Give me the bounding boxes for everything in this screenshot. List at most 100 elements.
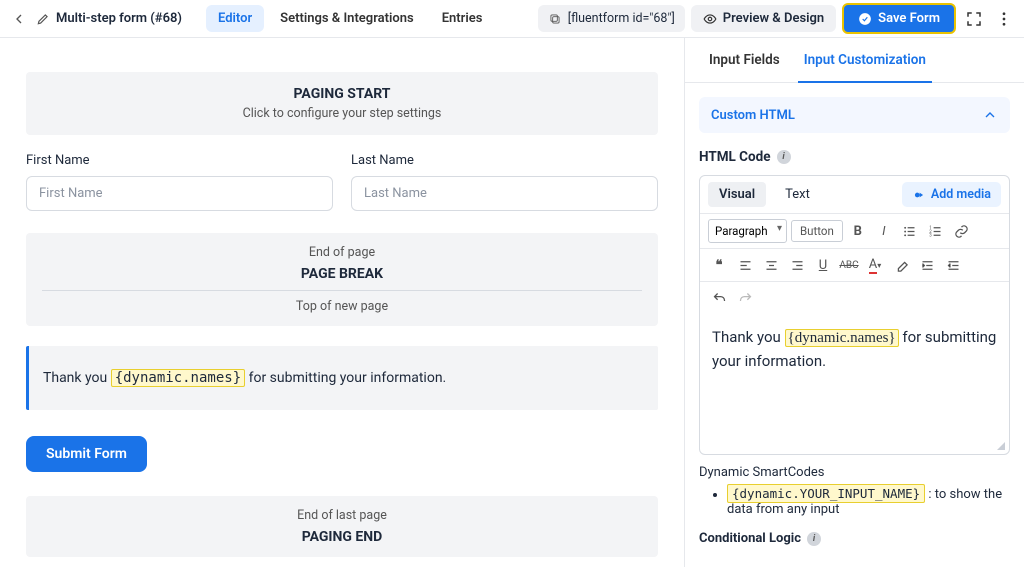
eye-icon [703,12,717,26]
last-name-label: Last Name [351,153,658,168]
form-title-text: Multi-step form (#68) [56,11,182,26]
sidebar: Input Fields Input Customization Custom … [684,38,1024,567]
save-label: Save Form [878,11,940,26]
nav-settings[interactable]: Settings & Integrations [268,5,426,32]
outdent-button[interactable] [942,254,964,276]
undo-icon [712,291,727,306]
wysiwyg-editor: Visual Text Add media Paragraph Button B… [699,175,1010,455]
align-right-button[interactable] [786,254,808,276]
shortcode-pill[interactable]: [fluentform id="68"] [538,5,685,32]
toolbar-row-2: ❝ U ABC A ▾ [700,248,1009,281]
chevron-up-icon [982,107,998,123]
nav-tabs: Editor Settings & Integrations Entries [206,5,494,32]
editor-tab-visual[interactable]: Visual [708,182,766,207]
numbered-list-button[interactable]: 123 [925,220,947,242]
strike-button[interactable]: ABC [838,254,860,276]
redo-icon [738,291,753,306]
svg-text:3: 3 [930,233,933,238]
add-media-label: Add media [931,187,991,202]
tab-input-customization[interactable]: Input Customization [792,38,938,82]
eraser-icon [894,258,909,273]
editor-top-tabs: Visual Text Add media [700,176,1009,213]
main-area: PAGING START Click to configure your ste… [0,38,1024,567]
align-center-button[interactable] [760,254,782,276]
tab-input-fields[interactable]: Input Fields [697,38,792,82]
name-row: First Name Last Name [26,153,658,211]
clear-format-button[interactable] [890,254,912,276]
page-break-top: Top of new page [42,299,642,314]
custom-html-block[interactable]: Thank you {dynamic.names} for submitting… [26,346,658,410]
undo-button[interactable] [708,287,730,309]
bold-button[interactable]: B [847,220,869,242]
page-break-divider [42,290,642,291]
insert-button[interactable]: Button [791,220,843,242]
outdent-icon [946,258,961,273]
fullscreen-button[interactable] [962,7,986,31]
last-name-input[interactable] [351,176,658,211]
html-code-label: HTML Code i [699,149,1010,165]
info-icon[interactable]: i [807,532,821,546]
toolbar-row-3 [700,281,1009,314]
indent-icon [920,258,935,273]
italic-button[interactable]: I [873,220,895,242]
sidebar-content: Custom HTML HTML Code i Visual Text Add … [685,83,1024,567]
accordion-custom-html[interactable]: Custom HTML [699,97,1010,133]
editor-textarea[interactable]: Thank you {dynamic.names} for submitting… [700,314,1009,454]
quote-button[interactable]: ❝ [708,254,730,276]
paging-start-title: PAGING START [294,86,391,102]
last-name-field[interactable]: Last Name [351,153,658,211]
shortcode-text: [fluentform id="68"] [568,11,675,26]
first-name-input[interactable] [26,176,333,211]
bullet-list-button[interactable] [899,220,921,242]
thankyou-pre: Thank you [43,370,111,386]
align-right-icon [790,258,805,273]
nav-editor[interactable]: Editor [206,5,264,32]
info-icon[interactable]: i [777,150,791,164]
add-media-button[interactable]: Add media [902,182,1001,207]
back-button[interactable] [8,8,30,30]
first-name-label: First Name [26,153,333,168]
indent-button[interactable] [916,254,938,276]
more-button[interactable] [992,7,1016,31]
pencil-icon [36,12,50,26]
paging-start-block[interactable]: PAGING START Click to configure your ste… [26,72,658,135]
accordion-label: Custom HTML [711,108,795,123]
smartcode-item: {dynamic.YOUR_INPUT_NAME} : to show the … [727,486,1010,517]
text-color-button[interactable]: A ▾ [864,254,886,276]
smartcodes-title: Dynamic SmartCodes [699,465,1010,480]
underline-button[interactable]: U [812,254,834,276]
conditional-logic-label: Conditional Logic i [699,531,1010,558]
submit-button[interactable]: Submit Form [26,436,147,472]
paging-end-sub: End of last page [42,508,642,523]
smartcode-code: {dynamic.YOUR_INPUT_NAME} [727,484,925,503]
align-center-icon [764,258,779,273]
save-button[interactable]: Save Form [842,3,956,34]
numbered-list-icon: 123 [928,224,943,239]
paging-end-block[interactable]: End of last page PAGING END [26,496,658,557]
toolbar-row-1: Paragraph Button B I 123 [700,213,1009,248]
copy-icon [548,12,562,26]
nav-entries[interactable]: Entries [430,5,495,32]
page-break-block[interactable]: End of page PAGE BREAK Top of new page [26,233,658,326]
align-left-button[interactable] [734,254,756,276]
thankyou-code: {dynamic.names} [111,369,245,387]
dots-vertical-icon [995,10,1013,28]
align-left-icon [738,258,753,273]
redo-button[interactable] [734,287,756,309]
editor-tab-text[interactable]: Text [774,182,821,207]
preview-button[interactable]: Preview & Design [691,5,836,32]
resize-grip[interactable] [995,440,1005,450]
fullscreen-icon [965,10,983,28]
media-icon [912,188,926,202]
top-bar: Multi-step form (#68) Editor Settings & … [0,0,1024,38]
format-select[interactable]: Paragraph [708,219,787,243]
first-name-field[interactable]: First Name [26,153,333,211]
paging-start-sub: Click to configure your step settings [42,106,642,121]
check-circle-icon [858,12,872,26]
page-break-end: End of page [42,245,642,260]
link-icon [954,224,969,239]
link-button[interactable] [951,220,973,242]
sidebar-tabs: Input Fields Input Customization [685,38,1024,83]
preview-label: Preview & Design [723,11,824,26]
form-title[interactable]: Multi-step form (#68) [36,11,182,26]
